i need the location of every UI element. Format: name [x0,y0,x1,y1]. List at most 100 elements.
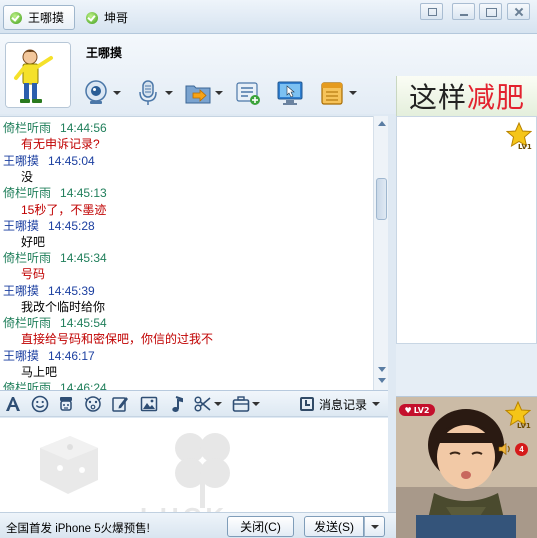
message-header: 倚栏听雨 14:44:56 [3,119,107,136]
sender-name: 倚栏听雨 [3,186,52,200]
online-status-icon [10,11,22,24]
message-history-button[interactable]: 消息记录 [300,394,381,414]
file-transfer-button[interactable] [184,78,223,108]
tab-label: 王哪摸 [28,11,65,25]
sender-name: 倚栏听雨 [3,121,52,135]
message-header: 倚栏听雨 14:45:34 [3,249,107,266]
sender-name: 王哪摸 [3,349,40,363]
history-icon [300,397,314,411]
app-box-icon [321,82,343,105]
chevron-down-icon[interactable] [214,402,222,406]
speaker-icon [498,442,510,456]
remote-desktop-icon [277,81,303,105]
chevron-down-icon[interactable] [215,91,223,95]
ad-text-highlight: 减肥 [467,81,526,114]
ad-text: 这样 [408,81,467,114]
message-time: 14:45:28 [48,219,95,233]
microphone-icon [139,80,157,105]
message-text: 我改个临时给你 [21,300,106,314]
message-header: 王哪摸 14:45:28 [3,217,95,234]
scroll-up-icon[interactable] [376,118,387,129]
chevron-down-icon[interactable] [349,91,357,95]
add-list-button[interactable] [234,78,262,108]
send-options-chevron-icon[interactable] [364,516,385,537]
chat-scrollbar[interactable] [373,116,388,390]
bottom-bar: 全国首发 iPhone 5火爆预售! 关闭(C) 发送(S) [0,512,396,538]
promo-link[interactable]: 全国首发 iPhone 5火爆预售! [6,520,150,536]
contact-show-panel: LV1 [396,116,537,344]
emoji-icon[interactable] [31,395,49,413]
webcam-icon [85,80,107,104]
close-button[interactable]: 关闭(C) [227,516,294,537]
message-time: 14:45:13 [60,186,107,200]
message-text: 没 [21,170,34,184]
menu-icon[interactable] [420,3,443,20]
level-badge: ♥ LV2 [399,404,435,416]
send-button[interactable]: 发送(S) [304,516,364,537]
level-tag: LV1 [518,143,532,151]
scroll-down-icon[interactable] [376,375,387,386]
add-list-icon [236,82,260,105]
input-toolbar: 消息记录 [0,390,388,417]
remote-desktop-button[interactable] [276,78,304,108]
chevron-down-icon[interactable] [252,402,260,406]
toolbox-icon[interactable] [232,395,250,413]
voice-indicator[interactable]: 4 [498,442,532,456]
chat-history[interactable]: 倚栏听雨 14:44:56 有无申诉记录? 王哪摸 14:45:04 没 倚栏听雨 1… [0,116,388,390]
message-text: 号码 [21,267,46,281]
music-icon[interactable] [168,395,186,413]
scissors-icon[interactable] [194,395,212,413]
font-icon[interactable] [4,395,22,413]
sender-name: 倚栏听雨 [3,381,52,390]
maximize-icon[interactable] [479,3,502,20]
message-time: 14:44:56 [60,121,107,135]
sender-name: 倚栏听雨 [3,251,52,265]
voice-button[interactable] [134,78,173,108]
message-text: 直接给号码和密保吧，你信的过我不 [21,332,214,346]
message-header: 王哪摸 14:46:17 [3,347,95,364]
file-transfer-icon [185,85,211,104]
message-header: 倚栏听雨 14:46:24 [3,379,107,390]
shake-icon[interactable] [84,395,102,413]
tab-bar: 王哪摸 坤哥 [0,0,537,34]
image-icon[interactable] [140,395,158,413]
close-icon[interactable] [507,3,530,20]
scroll-down-icon[interactable] [376,364,387,375]
svg-text:LUCK: LUCK [140,502,228,512]
tab-kunge[interactable]: 坤哥 [80,5,140,30]
lucky-watermark-icon: LUCK [40,433,230,512]
tab-wangnamo[interactable]: 王哪摸 [3,5,75,30]
webcam-button[interactable] [82,78,121,108]
message-input[interactable]: LUCK [0,418,388,512]
history-label: 消息记录 [319,397,368,412]
self-show-panel: ♥ LV2 LV1 4 [396,396,537,538]
edit-icon[interactable] [111,395,129,413]
sender-name: 王哪摸 [3,284,40,298]
sender-name: 王哪摸 [3,154,40,168]
app-box-button[interactable] [318,78,357,108]
avatar[interactable] [5,42,71,108]
sender-name: 王哪摸 [3,219,40,233]
voice-count: 4 [515,442,528,456]
chevron-down-icon[interactable] [165,91,173,95]
scrollbar-thumb[interactable] [376,178,387,220]
message-text: 15秒了，不墨迹 [21,203,107,217]
ad-banner[interactable]: 这样 减肥 [396,76,537,116]
message-header: 倚栏听雨 14:45:13 [3,184,107,201]
minimize-icon[interactable] [452,3,475,20]
chevron-down-icon[interactable] [113,91,121,95]
heart-icon: ♥ [404,405,412,415]
message-time: 14:45:04 [48,154,95,168]
sender-name: 倚栏听雨 [3,316,52,330]
message-header: 王哪摸 14:45:04 [3,152,95,169]
message-header: 王哪摸 14:45:39 [3,282,95,299]
message-text: 有无申诉记录? [21,137,100,151]
message-text: 马上吧 [21,365,58,379]
chevron-down-icon [372,402,381,406]
level-badge-text: LV2 [413,405,430,415]
right-panel-divider [396,344,537,396]
message-time: 14:45:34 [60,251,107,265]
magic-face-icon[interactable] [57,395,75,413]
message-time: 14:45:54 [60,316,107,330]
message-header: 倚栏听雨 14:45:54 [3,314,107,331]
